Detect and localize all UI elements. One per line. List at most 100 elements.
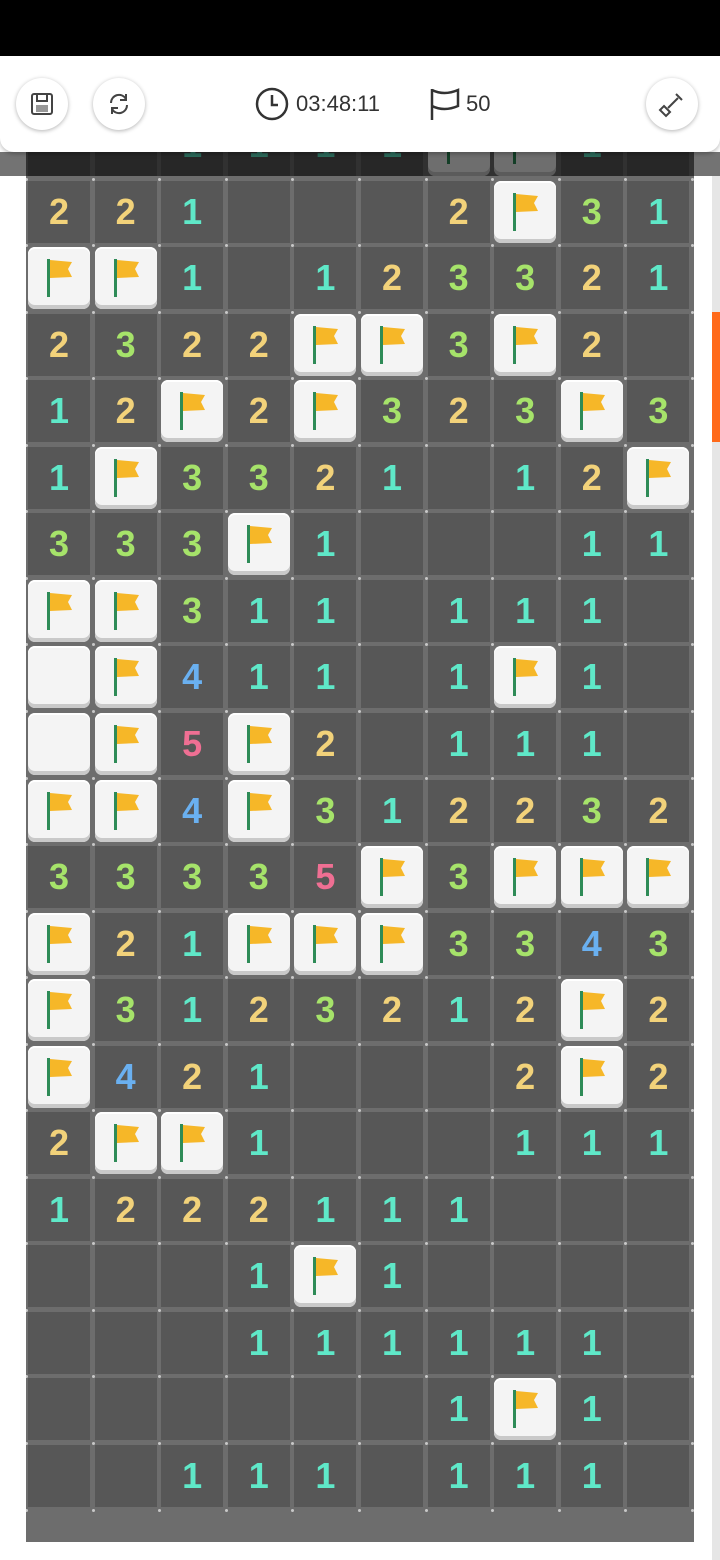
number-cell[interactable]: 2	[494, 779, 557, 842]
number-cell[interactable]: 1	[560, 513, 623, 576]
number-cell[interactable]: 2	[94, 912, 157, 975]
flagged-cell[interactable]	[494, 1378, 557, 1441]
number-cell[interactable]: 2	[427, 180, 490, 243]
number-cell[interactable]: 3	[94, 979, 157, 1042]
number-cell[interactable]: 1	[494, 712, 557, 775]
flagged-cell[interactable]	[94, 446, 157, 509]
scrollbar-thumb[interactable]	[712, 312, 720, 442]
number-cell[interactable]: 1	[560, 579, 623, 642]
number-cell[interactable]: 2	[227, 380, 290, 443]
number-cell[interactable]: 3	[94, 313, 157, 376]
number-cell[interactable]: 2	[427, 779, 490, 842]
number-cell[interactable]: 2	[94, 180, 157, 243]
number-cell[interactable]: 3	[494, 380, 557, 443]
number-cell[interactable]: 3	[494, 912, 557, 975]
flagged-cell[interactable]	[560, 846, 623, 909]
number-cell[interactable]: 1	[627, 247, 690, 310]
number-cell[interactable]: 1	[494, 1112, 557, 1175]
number-cell[interactable]: 3	[161, 513, 224, 576]
number-cell[interactable]: 2	[560, 247, 623, 310]
number-cell[interactable]: 2	[627, 779, 690, 842]
number-cell[interactable]: 1	[28, 446, 90, 509]
number-cell[interactable]: 2	[361, 247, 423, 310]
number-cell[interactable]: 3	[294, 779, 357, 842]
number-cell[interactable]: 3	[560, 779, 623, 842]
number-cell[interactable]: 3	[427, 912, 490, 975]
number-cell[interactable]: 1	[494, 1311, 557, 1374]
number-cell[interactable]: 3	[627, 380, 690, 443]
number-cell[interactable]: 1	[627, 1112, 690, 1175]
number-cell[interactable]: 2	[494, 1045, 557, 1108]
number-cell[interactable]: 3	[427, 313, 490, 376]
number-cell[interactable]: 1	[161, 979, 224, 1042]
number-cell[interactable]: 2	[161, 1045, 224, 1108]
number-cell[interactable]: 1	[361, 779, 423, 842]
number-cell[interactable]: 1	[294, 513, 357, 576]
number-cell[interactable]: 3	[161, 579, 224, 642]
dig-button[interactable]	[646, 78, 698, 130]
number-cell[interactable]: 4	[560, 912, 623, 975]
number-cell[interactable]: 2	[161, 1178, 224, 1241]
number-cell[interactable]: 1	[627, 180, 690, 243]
number-cell[interactable]: 1	[361, 446, 423, 509]
number-cell[interactable]: 3	[560, 180, 623, 243]
number-cell[interactable]: 1	[427, 1378, 490, 1441]
number-cell[interactable]: 1	[28, 380, 90, 443]
flagged-cell[interactable]	[161, 1112, 224, 1175]
flagged-cell[interactable]	[28, 579, 90, 642]
unopened-cell[interactable]	[28, 646, 90, 709]
flagged-cell[interactable]	[627, 846, 690, 909]
number-cell[interactable]: 2	[627, 1045, 690, 1108]
flagged-cell[interactable]	[361, 846, 423, 909]
flagged-cell[interactable]	[28, 912, 90, 975]
number-cell[interactable]: 3	[94, 513, 157, 576]
number-cell[interactable]: 1	[161, 1445, 224, 1507]
save-button[interactable]	[16, 78, 68, 130]
flagged-cell[interactable]	[227, 912, 290, 975]
number-cell[interactable]: 3	[227, 446, 290, 509]
flagged-cell[interactable]	[94, 579, 157, 642]
number-cell[interactable]: 1	[227, 646, 290, 709]
flagged-cell[interactable]	[94, 1112, 157, 1175]
flagged-cell[interactable]	[294, 313, 357, 376]
flagged-cell[interactable]	[28, 1045, 90, 1108]
number-cell[interactable]: 1	[427, 979, 490, 1042]
number-cell[interactable]: 1	[294, 579, 357, 642]
number-cell[interactable]: 1	[427, 579, 490, 642]
number-cell[interactable]: 1	[427, 1178, 490, 1241]
number-cell[interactable]: 2	[28, 1112, 90, 1175]
flagged-cell[interactable]	[227, 712, 290, 775]
flagged-cell[interactable]	[28, 979, 90, 1042]
flagged-cell[interactable]	[94, 712, 157, 775]
number-cell[interactable]: 2	[161, 313, 224, 376]
number-cell[interactable]: 1	[627, 513, 690, 576]
number-cell[interactable]: 4	[161, 779, 224, 842]
number-cell[interactable]: 3	[161, 446, 224, 509]
number-cell[interactable]: 3	[427, 846, 490, 909]
flagged-cell[interactable]	[94, 646, 157, 709]
number-cell[interactable]: 1	[560, 1311, 623, 1374]
number-cell[interactable]: 2	[560, 313, 623, 376]
number-cell[interactable]: 1	[161, 180, 224, 243]
number-cell[interactable]: 1	[560, 1112, 623, 1175]
flagged-cell[interactable]	[94, 779, 157, 842]
number-cell[interactable]: 2	[494, 979, 557, 1042]
number-cell[interactable]: 3	[294, 979, 357, 1042]
number-cell[interactable]: 2	[227, 979, 290, 1042]
number-cell[interactable]: 3	[28, 513, 90, 576]
number-cell[interactable]: 1	[294, 1445, 357, 1507]
flagged-cell[interactable]	[361, 313, 423, 376]
number-cell[interactable]: 1	[361, 1311, 423, 1374]
number-cell[interactable]: 4	[161, 646, 224, 709]
number-cell[interactable]: 1	[227, 1245, 290, 1308]
number-cell[interactable]: 1	[427, 1311, 490, 1374]
number-cell[interactable]: 1	[560, 1378, 623, 1441]
number-cell[interactable]: 3	[427, 247, 490, 310]
number-cell[interactable]: 2	[294, 446, 357, 509]
flagged-cell[interactable]	[560, 1045, 623, 1108]
number-cell[interactable]: 1	[227, 579, 290, 642]
number-cell[interactable]: 3	[28, 846, 90, 909]
flagged-cell[interactable]	[161, 380, 224, 443]
number-cell[interactable]: 1	[227, 1045, 290, 1108]
number-cell[interactable]: 1	[294, 1311, 357, 1374]
